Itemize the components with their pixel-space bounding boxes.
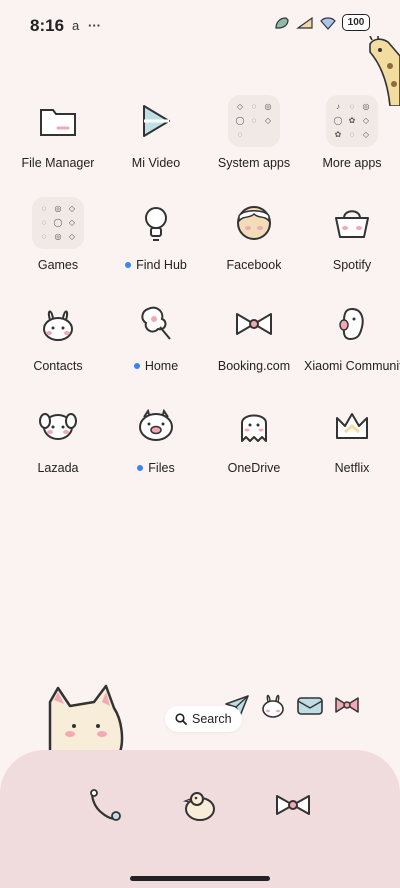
wifi-icon [320,16,336,30]
new-install-dot [133,363,140,369]
more-notifications-icon: ··· [88,18,101,33]
app-lazada[interactable]: Lazada [9,400,107,502]
app-label: Games [37,257,79,272]
app-spotify[interactable]: Spotify [303,197,400,299]
app-xiaomi-community[interactable]: Xiaomi Community [303,298,400,400]
folder-icon [32,95,84,147]
battery-indicator: 100 [342,14,370,31]
signal-icon [275,16,289,29]
app-mi-video[interactable]: Mi Video [107,95,205,197]
app-find-hub[interactable]: Find Hub [107,197,205,299]
app-label: Xiaomi Community [304,359,400,373]
folder-system-apps[interactable]: ◇ ◌ ◎ ◯ ◌ ◇ ◌ System apps [205,95,303,197]
app-label: Facebook [226,257,282,272]
bunny-icon [32,298,84,350]
dog-decoration [48,684,124,752]
chick-icon[interactable] [180,785,220,825]
app-label: System apps [217,156,291,170]
search-button[interactable]: Search [165,706,242,732]
status-bar: 8:16 a ··· 100 [0,0,400,48]
folder-grid-icon: ♪ ◌ ◎ ◯ ✿ ◇ ✿ ◌ ◇ [326,95,378,147]
app-label: Lazada [37,460,79,475]
app-label: Mi Video [131,156,181,170]
bow-icon[interactable] [273,785,313,825]
app-contacts[interactable]: Contacts [9,298,107,400]
new-install-dot [137,464,144,471]
bow-sticker-icon [335,697,359,713]
app-files[interactable]: Files [107,400,205,502]
penguin-icon [326,298,378,350]
envelope-icon [297,697,323,715]
cellular-icon [296,16,313,29]
lollipop-icon [130,298,182,350]
app-onedrive[interactable]: OneDrive [205,400,303,502]
home-indicator[interactable] [130,876,270,881]
app-label: Home [144,359,179,373]
bow-icon [228,298,280,350]
folder-grid-icon: ◌ ◎ ◇ ◌ ◯ ◇ ◌ ◎ ◇ [32,196,84,249]
app-home[interactable]: Home [107,298,205,400]
app-label: More apps [322,156,382,170]
play-icon [130,95,182,147]
folder-games[interactable]: ◌ ◎ ◇ ◌ ◯ ◇ ◌ ◎ ◇ Games [9,196,107,299]
app-label: Booking.com [217,359,291,373]
folder-grid-icon: ◇ ◌ ◎ ◯ ◌ ◇ ◌ [228,95,280,147]
cookie-icon [228,197,280,249]
status-time: 8:16 [30,16,65,35]
bunny-sticker-icon [262,694,284,718]
basket-icon [326,197,378,249]
ghost-icon [228,400,280,452]
lightbulb-icon [130,197,182,249]
crown-icon [326,400,378,452]
app-label: Spotify [332,257,372,272]
folder-more-apps[interactable]: ♪ ◌ ◎ ◯ ✿ ◇ ✿ ◌ ◇ More apps [303,95,400,197]
new-install-dot [125,261,132,268]
phone-icon[interactable] [86,785,126,825]
app-label: OneDrive [227,460,281,475]
search-icon [175,713,187,725]
app-label: Find Hub [136,257,187,272]
app-booking[interactable]: Booking.com [205,298,303,400]
app-netflix[interactable]: Netflix [303,400,400,502]
app-label: File Manager [21,156,95,170]
puppy-icon [32,400,84,452]
search-label: Search [192,712,232,726]
pig-icon [130,400,182,452]
notification-icon: a [72,18,80,33]
app-label: Files [148,460,175,475]
app-label: Netflix [334,460,370,475]
app-label: Contacts [33,359,83,373]
app-file-manager[interactable]: File Manager [9,95,107,197]
app-facebook[interactable]: Facebook [205,197,303,299]
